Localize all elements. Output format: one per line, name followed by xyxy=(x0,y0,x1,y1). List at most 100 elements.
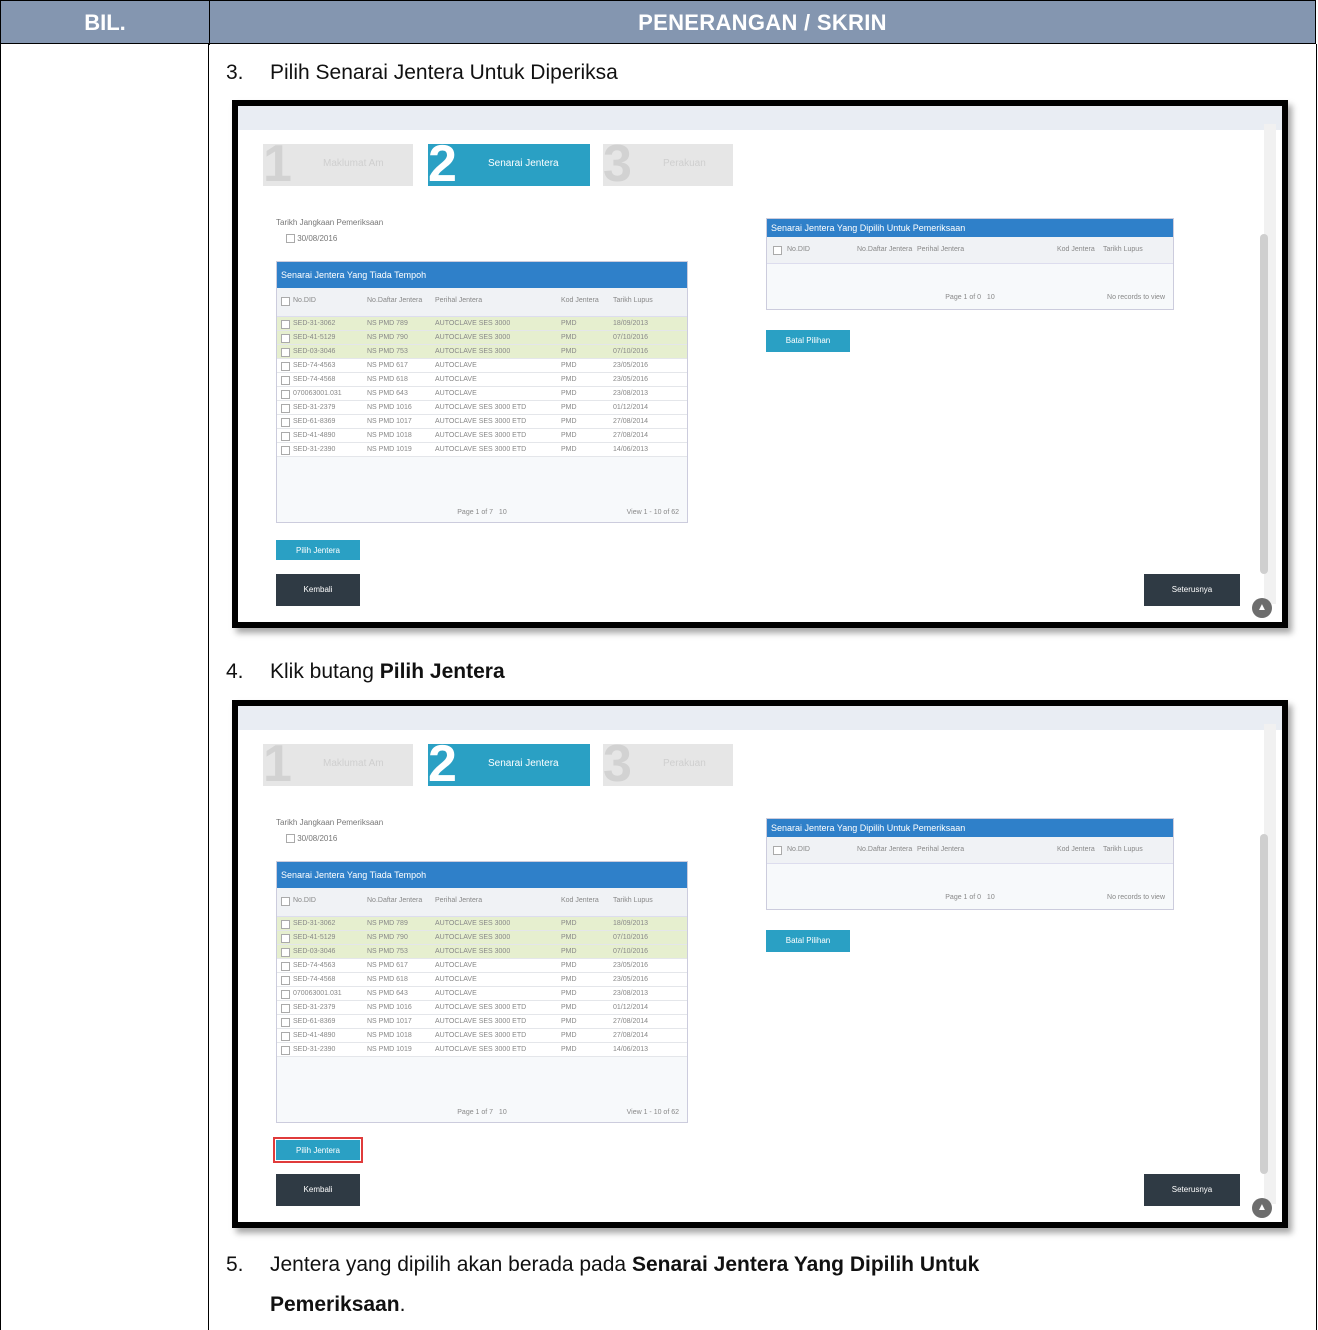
step-5: 5. Jentera yang dipilih akan berada pada … xyxy=(226,1253,979,1277)
column-header[interactable]: No.DID xyxy=(293,897,316,904)
row-checkbox[interactable] xyxy=(281,376,290,385)
column-header[interactable]: Perihal Jentera xyxy=(917,246,964,253)
column-header[interactable]: Kod Jentera xyxy=(561,897,599,904)
table-row[interactable]: SED-61-8369 NS PMD 1017 AUTOCLAVE SES 3000… xyxy=(277,1015,687,1029)
column-header[interactable]: No.DID xyxy=(787,846,810,853)
table-row[interactable]: SED-31-3062 NS PMD 789 AUTOCLAVE SES 3000 P… xyxy=(277,317,687,331)
column-header[interactable]: Perihal Jentera xyxy=(917,846,964,853)
select-all-checkbox[interactable] xyxy=(281,897,290,906)
row-checkbox[interactable] xyxy=(281,990,290,999)
scrollbar[interactable] xyxy=(1260,124,1276,604)
table-row[interactable]: SED-41-5129 NS PMD 790 AUTOCLAVE SES 3000 P… xyxy=(277,331,687,345)
table-row[interactable]: SED-31-2379 NS PMD 1016 AUTOCLAVE SES 3000… xyxy=(277,401,687,415)
column-header[interactable]: Tarikh Lupus xyxy=(613,297,653,304)
column-header[interactable]: No.Daftar Jentera xyxy=(367,897,422,904)
row-checkbox[interactable] xyxy=(281,334,290,343)
table-row[interactable]: SED-41-4890 NS PMD 1018 AUTOCLAVE SES 3000… xyxy=(277,1029,687,1043)
table-row[interactable]: 0700​63001.031 NS PMD 643 AUTOCLAVE PMD 23/0… xyxy=(277,387,687,401)
row-checkbox[interactable] xyxy=(281,1018,290,1027)
table-row[interactable]: SED-31-3062 NS PMD 789 AUTOCLAVE SES 3000 P… xyxy=(277,917,687,931)
scroll-top-icon[interactable]: ▲ xyxy=(1252,598,1272,618)
column-header[interactable]: Tarikh Lupus xyxy=(1103,846,1143,853)
table-row[interactable]: SED-31-2390 NS PMD 1019 AUTOCLAVE SES 3000… xyxy=(277,1043,687,1057)
rows-per-page[interactable]: 10 xyxy=(499,509,507,516)
column-header[interactable]: No.DID xyxy=(787,246,810,253)
seterusnya-button[interactable]: Seterusnya xyxy=(1144,1174,1240,1206)
scrollbar[interactable] xyxy=(1260,724,1276,1204)
scrollbar-thumb[interactable] xyxy=(1260,834,1268,1174)
row-checkbox[interactable] xyxy=(281,320,290,329)
rows-per-page[interactable]: 10 xyxy=(987,294,995,301)
wizard-step-2[interactable]: 2 Senarai Jentera xyxy=(428,138,590,190)
table-row[interactable]: SED-74-4568 NS PMD 618 AUTOCLAVE PMD 23/05/2… xyxy=(277,373,687,387)
table-cell: PMD xyxy=(561,362,577,369)
table-row[interactable]: SED-74-4563 NS PMD 617 AUTOCLAVE PMD 23/05/2… xyxy=(277,959,687,973)
row-checkbox[interactable] xyxy=(281,1046,290,1055)
rows-per-page[interactable]: 10 xyxy=(987,894,995,901)
table-cell: NS PMD 753 xyxy=(367,948,408,955)
right-grid-caption: Senarai Jentera Yang Dipilih Untuk Pemer… xyxy=(767,819,1173,837)
batal-pilihan-button[interactable]: Batal Pilihan xyxy=(766,930,850,952)
row-checkbox[interactable] xyxy=(281,404,290,413)
table-row[interactable]: SED-74-4563 NS PMD 617 AUTOCLAVE PMD 23/05/2… xyxy=(277,359,687,373)
row-checkbox[interactable] xyxy=(281,362,290,371)
table-cell: PMD xyxy=(561,976,577,983)
table-row[interactable]: SED-41-5129 NS PMD 790 AUTOCLAVE SES 3000 P… xyxy=(277,931,687,945)
column-header[interactable]: Perihal Jentera xyxy=(435,897,482,904)
wizard-step-1[interactable]: 1 Maklumat Am xyxy=(263,138,413,190)
table-row[interactable]: SED-74-4568 NS PMD 618 AUTOCLAVE PMD 23/05/2… xyxy=(277,973,687,987)
select-all-checkbox[interactable] xyxy=(281,297,290,306)
pilih-jentera-button[interactable]: Pilih Jentera xyxy=(273,1137,363,1163)
select-all-checkbox[interactable] xyxy=(773,846,782,855)
row-checkbox[interactable] xyxy=(281,962,290,971)
row-checkbox[interactable] xyxy=(281,1032,290,1041)
kembali-button[interactable]: Kembali xyxy=(276,574,360,606)
row-checkbox[interactable] xyxy=(281,446,290,455)
table-row[interactable]: 0700​63001.031 NS PMD 643 AUTOCLAVE PMD 23/0… xyxy=(277,987,687,1001)
table-cell: 07/10/2016 xyxy=(613,948,649,955)
table-cell: NS PMD 1018 xyxy=(367,1032,412,1039)
column-header[interactable]: No.Daftar Jentera xyxy=(857,246,912,253)
batal-pilihan-button[interactable]: Batal Pilihan xyxy=(766,330,850,352)
wizard-step-1[interactable]: 1 Maklumat Am xyxy=(263,738,413,790)
column-header[interactable]: Kod Jentera xyxy=(1057,246,1095,253)
row-checkbox[interactable] xyxy=(281,418,290,427)
column-header[interactable]: Kod Jentera xyxy=(1057,846,1095,853)
scrollbar-thumb[interactable] xyxy=(1260,234,1268,574)
table-row[interactable]: SED-61-8369 NS PMD 1017 AUTOCLAVE SES 3000… xyxy=(277,415,687,429)
row-checkbox[interactable] xyxy=(281,976,290,985)
column-header[interactable]: Tarikh Lupus xyxy=(1103,246,1143,253)
column-header[interactable]: No.Daftar Jentera xyxy=(857,846,912,853)
row-checkbox[interactable] xyxy=(281,934,290,943)
row-checkbox[interactable] xyxy=(281,390,290,399)
date-field[interactable]: 30/08/2016 xyxy=(286,234,337,244)
table-row[interactable]: SED-03-3046 NS PMD 753 AUTOCLAVE SES 3000 P… xyxy=(277,945,687,959)
row-checkbox[interactable] xyxy=(281,432,290,441)
wizard-step-3[interactable]: 3 Perakuan xyxy=(603,738,733,790)
table-cell: AUTOCLAVE SES 3000 xyxy=(435,334,511,341)
wizard-step-3[interactable]: 3 Perakuan xyxy=(603,138,733,190)
table-row[interactable]: SED-41-4890 NS PMD 1018 AUTOCLAVE SES 3000… xyxy=(277,429,687,443)
seterusnya-button[interactable]: Seterusnya xyxy=(1144,574,1240,606)
table-cell: 23/05/2016 xyxy=(613,976,649,983)
column-header[interactable]: No.DID xyxy=(293,297,316,304)
row-checkbox[interactable] xyxy=(281,948,290,957)
kembali-button[interactable]: Kembali xyxy=(276,1174,360,1206)
column-header[interactable]: No.Daftar Jentera xyxy=(367,297,422,304)
column-header[interactable]: Tarikh Lupus xyxy=(613,897,653,904)
select-all-checkbox[interactable] xyxy=(773,246,782,255)
date-field[interactable]: 30/08/2016 xyxy=(286,834,337,844)
row-checkbox[interactable] xyxy=(281,1004,290,1013)
table-row[interactable]: SED-31-2390 NS PMD 1019 AUTOCLAVE SES 3000… xyxy=(277,443,687,457)
scroll-top-icon[interactable]: ▲ xyxy=(1252,1198,1272,1218)
table-cell: 01/12/2014 xyxy=(613,404,649,411)
row-checkbox[interactable] xyxy=(281,348,290,357)
column-header[interactable]: Perihal Jentera xyxy=(435,297,482,304)
wizard-step-2[interactable]: 2 Senarai Jentera xyxy=(428,738,590,790)
table-row[interactable]: SED-31-2379 NS PMD 1016 AUTOCLAVE SES 3000… xyxy=(277,1001,687,1015)
table-row[interactable]: SED-03-3046 NS PMD 753 AUTOCLAVE SES 3000 P… xyxy=(277,345,687,359)
pilih-jentera-button[interactable]: Pilih Jentera xyxy=(276,540,360,560)
rows-per-page[interactable]: 10 xyxy=(499,1109,507,1116)
column-header[interactable]: Kod Jentera xyxy=(561,297,599,304)
row-checkbox[interactable] xyxy=(281,920,290,929)
